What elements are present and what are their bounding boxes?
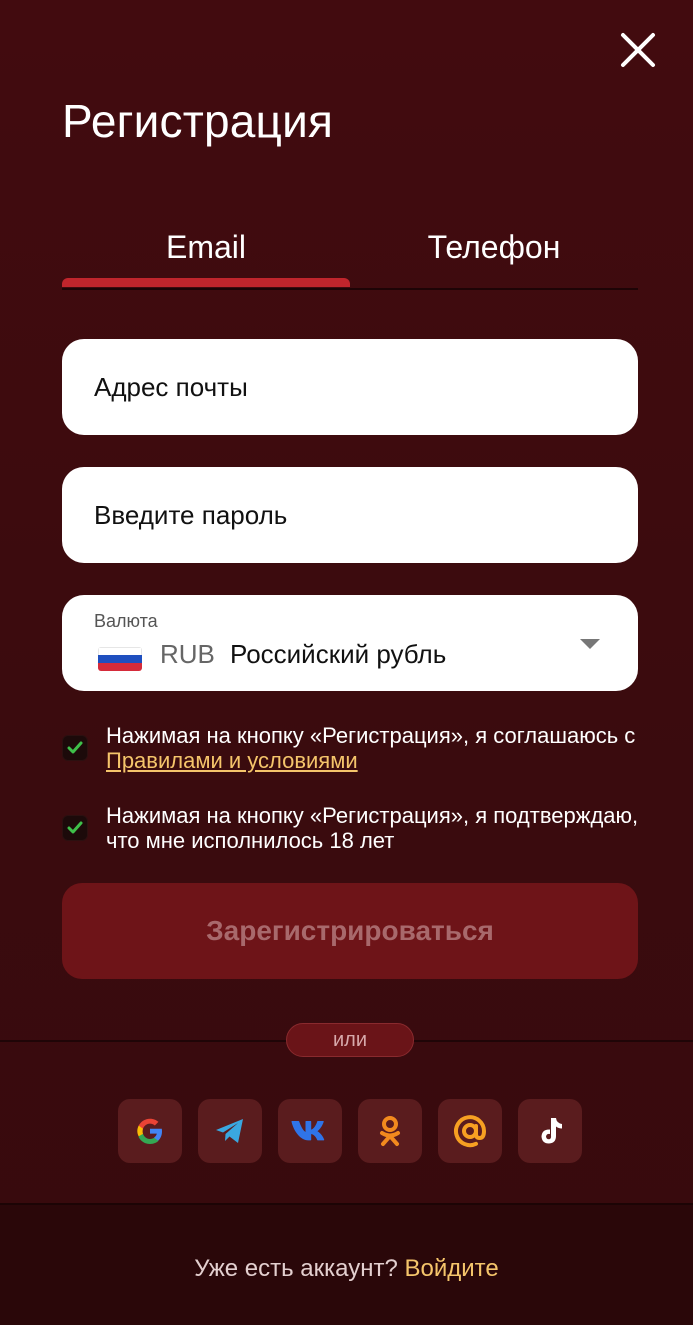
page-title: Регистрация	[62, 95, 334, 147]
vk-icon	[291, 1121, 325, 1141]
tab-phone[interactable]: Телефон	[350, 212, 638, 282]
login-prompt: Уже есть аккаунт? Войдите	[0, 1255, 693, 1283]
login-link[interactable]: Войдите	[405, 1255, 499, 1282]
terms-text-prefix: Нажимая на кнопку «Регистрация», я согла…	[106, 723, 636, 748]
vk-login-button[interactable]	[278, 1099, 342, 1163]
or-divider-label: или	[286, 1023, 414, 1057]
close-button[interactable]	[616, 28, 660, 72]
age-checkbox[interactable]	[62, 815, 88, 841]
tiktok-login-button[interactable]	[518, 1099, 582, 1163]
currency-select[interactable]: Валюта RUB Российский рубль	[62, 595, 638, 691]
register-button[interactable]: Зарегистрироваться	[62, 883, 638, 979]
age-text: Нажимая на кнопку «Регистрация», я подтв…	[106, 803, 639, 853]
currency-code: RUB	[160, 639, 215, 669]
email-field[interactable]	[62, 339, 638, 435]
currency-name: Российский рубль	[230, 639, 447, 669]
active-tab-indicator	[62, 278, 350, 287]
tiktok-icon	[541, 1118, 562, 1144]
telegram-icon	[216, 1119, 243, 1143]
russia-flag-icon	[98, 647, 142, 671]
tabs-divider	[62, 288, 638, 290]
chevron-down-icon	[580, 639, 600, 649]
telegram-login-button[interactable]	[198, 1099, 262, 1163]
odnoklassniki-login-button[interactable]	[358, 1099, 422, 1163]
checkmark-icon	[67, 741, 83, 754]
mail-login-button[interactable]	[438, 1099, 502, 1163]
email-field-container	[62, 339, 638, 435]
close-icon	[621, 33, 655, 67]
password-field[interactable]	[62, 467, 638, 563]
registration-modal: Регистрация Email Телефон Валюта RUB Рос…	[0, 0, 693, 1325]
checkmark-icon	[67, 821, 83, 834]
footer: Уже есть аккаунт? Войдите	[0, 1203, 693, 1325]
password-field-container	[62, 467, 638, 563]
currency-label: Валюта	[94, 611, 158, 631]
google-icon	[137, 1118, 162, 1144]
mail-at-icon	[454, 1115, 487, 1148]
tab-email[interactable]: Email	[62, 212, 350, 282]
google-login-button[interactable]	[118, 1099, 182, 1163]
terms-text: Нажимая на кнопку «Регистрация», я согла…	[106, 723, 646, 773]
terms-link[interactable]: Правилами и условиями	[106, 748, 358, 773]
currency-value: RUB Российский рубль	[94, 639, 594, 673]
terms-checkbox[interactable]	[62, 735, 88, 761]
login-question: Уже есть аккаунт?	[194, 1255, 405, 1282]
odnoklassniki-icon	[380, 1116, 400, 1146]
auth-method-tabs: Email Телефон	[62, 212, 638, 290]
social-login-list	[118, 1099, 588, 1163]
